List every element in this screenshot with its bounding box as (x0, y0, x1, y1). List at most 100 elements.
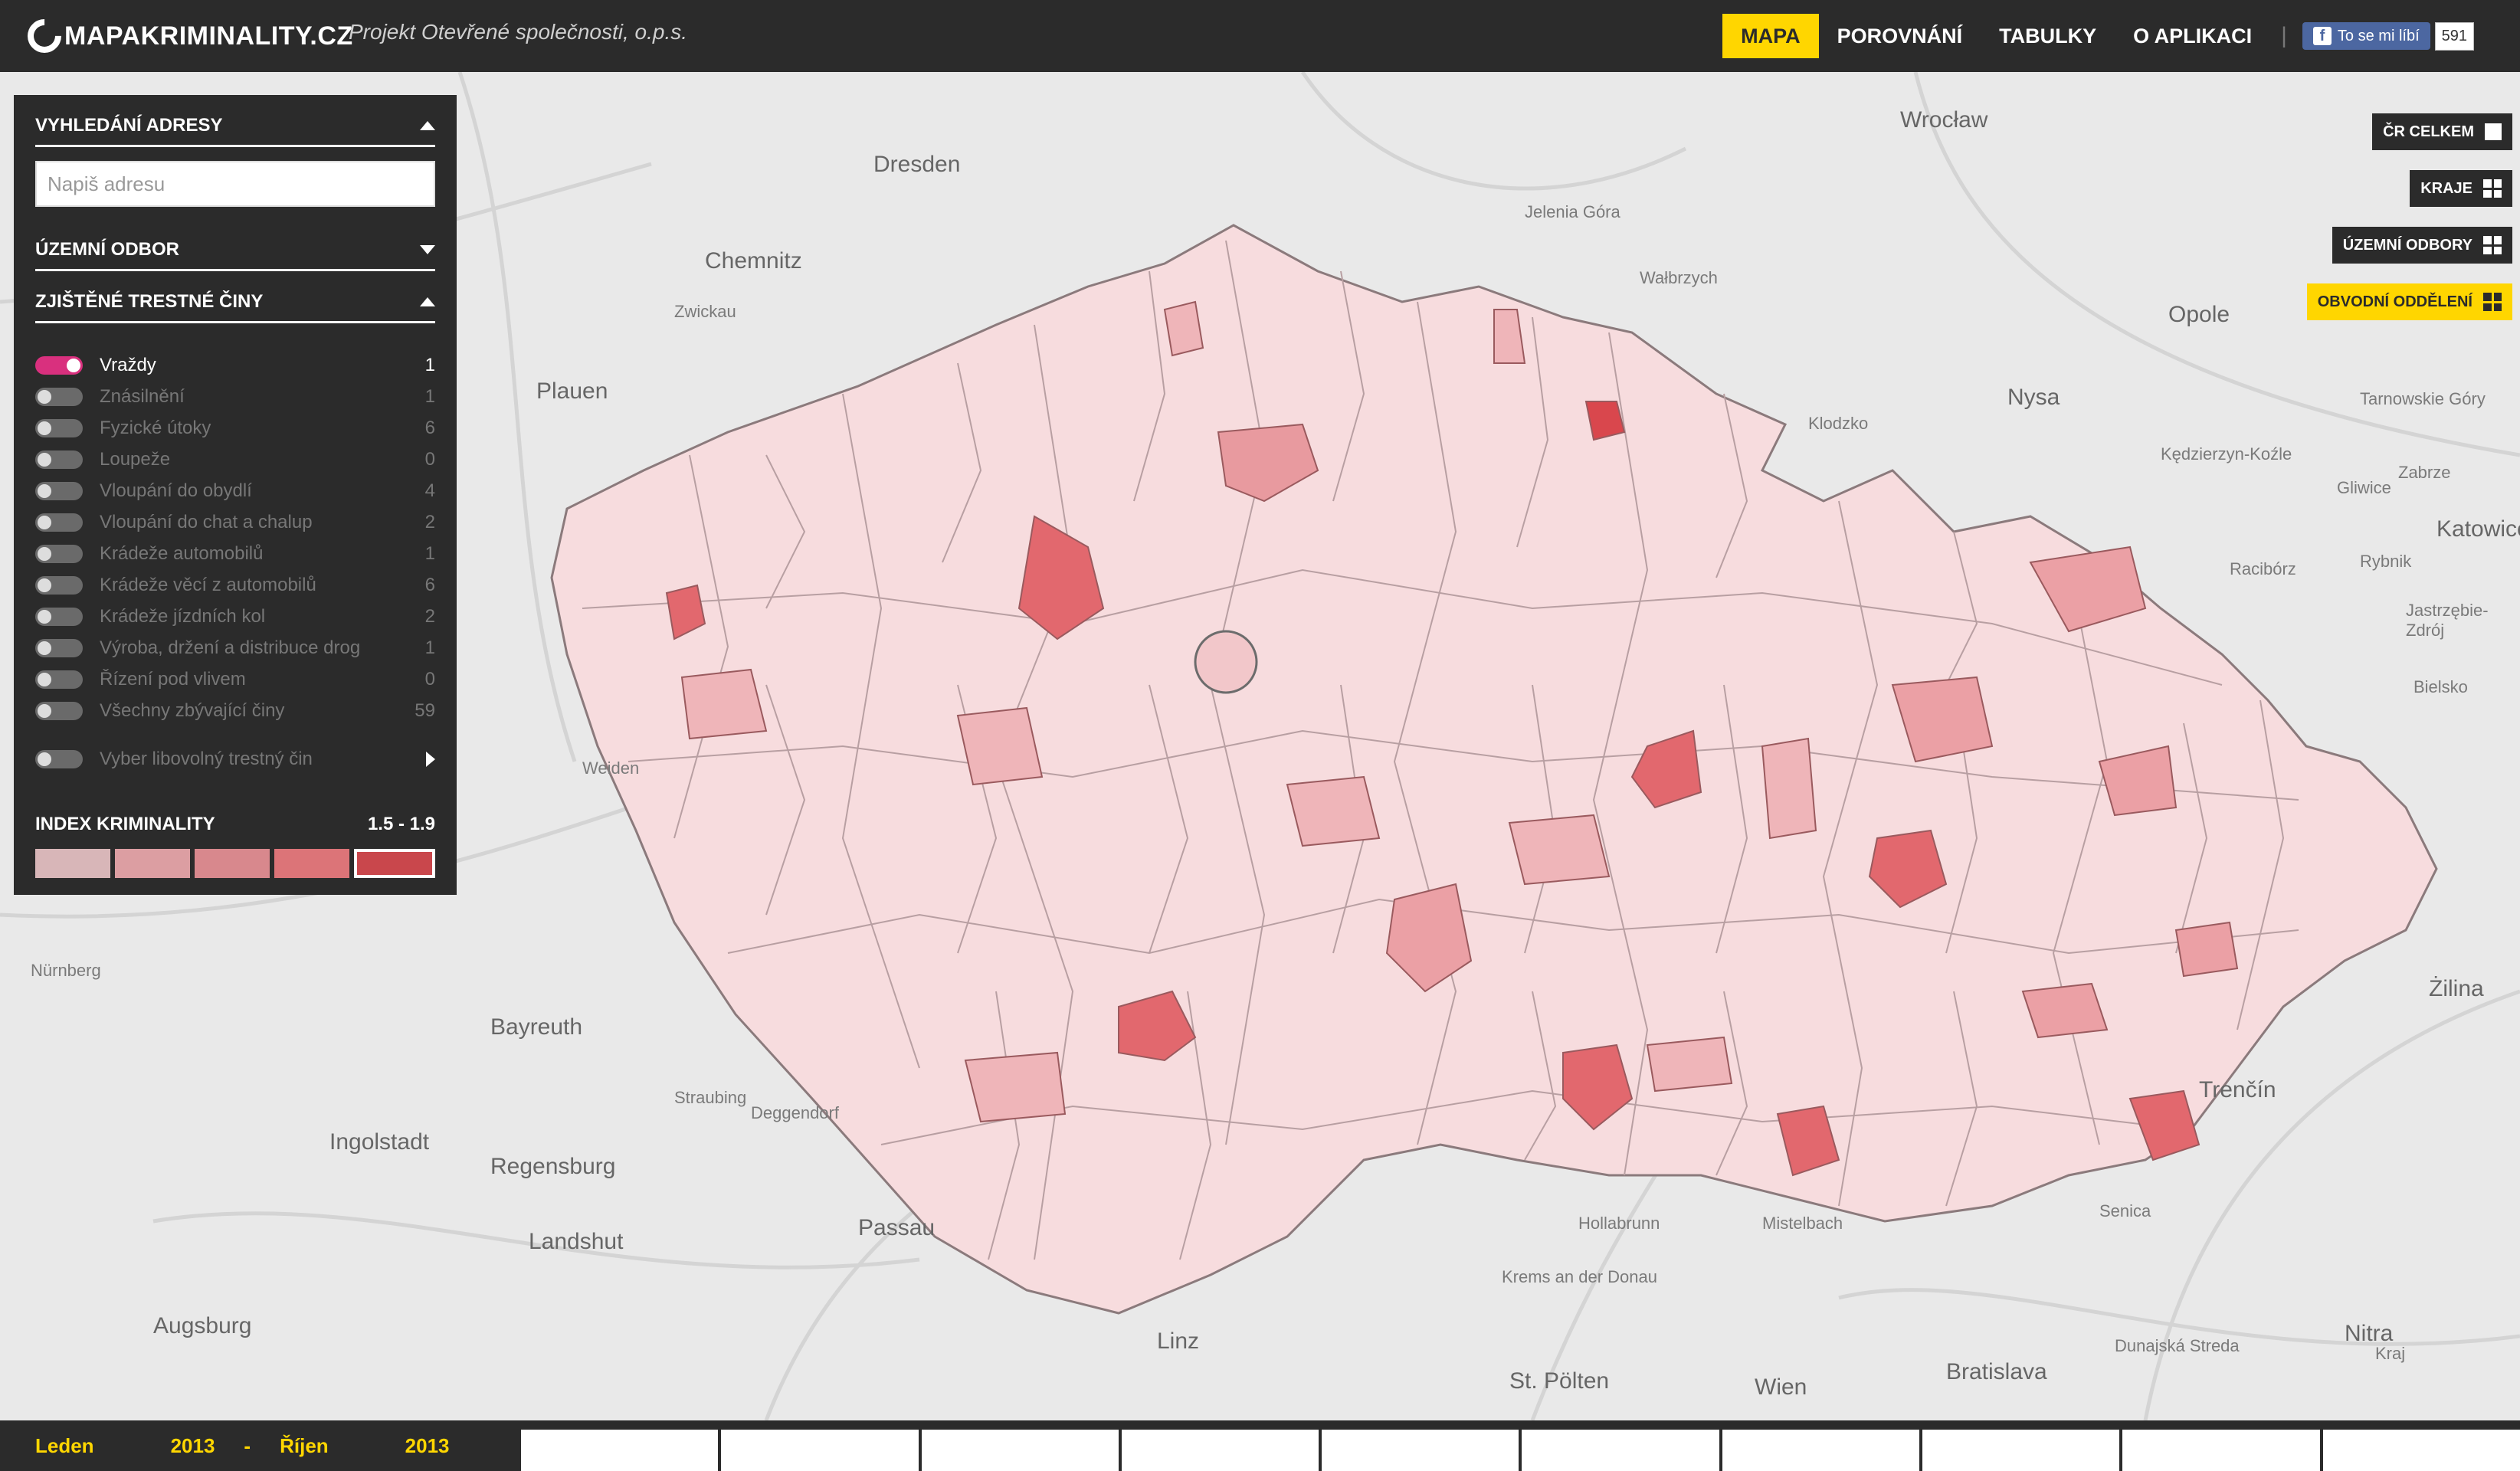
place-label: Wien (1755, 1374, 1807, 1400)
place-label: Jastrzębie-Zdrój (2406, 601, 2489, 640)
collapse-up-icon (420, 296, 435, 306)
crime-count: 6 (424, 575, 435, 595)
crime-toggle[interactable] (35, 670, 83, 689)
place-label: Landshut (529, 1229, 624, 1254)
nav-o-aplikaci[interactable]: O APLIKACI (2115, 14, 2270, 58)
crime-row-rizeni-pod-vlivem[interactable]: Řízení pod vlivem 0 (35, 667, 435, 693)
territory-section-header[interactable]: ÚZEMNÍ ODBOR (35, 230, 435, 271)
facebook-like-button[interactable]: f To se mi líbí (2302, 22, 2430, 50)
crime-row-loupeze[interactable]: Loupeže 0 (35, 447, 435, 473)
crime-row-vloupani-do-chat[interactable]: Vloupání do chat a chalup 2 (35, 509, 435, 536)
place-label: Mistelbach (1762, 1214, 1843, 1233)
crime-toggle[interactable] (35, 545, 83, 563)
crime-toggle[interactable] (35, 639, 83, 657)
month-timeline (521, 1430, 2520, 1471)
crime-toggle[interactable] (35, 513, 83, 532)
place-label: Deggendorf (751, 1103, 839, 1122)
timeline-month-bar[interactable] (1522, 1430, 1719, 1471)
crime-index-legend (35, 849, 435, 878)
crime-row-kradeze-veci[interactable]: Krádeže věcí z automobilů 6 (35, 572, 435, 598)
from-year[interactable]: 2013 (171, 1434, 215, 1458)
place-label: Hollabrunn (1578, 1214, 1660, 1233)
legend-swatch[interactable] (35, 849, 110, 878)
place-label: Bielsko (2413, 677, 2468, 696)
timeline-month-bar[interactable] (1722, 1430, 1920, 1471)
layer-button-label: ČR CELKEM (2383, 123, 2474, 140)
crime-row-znasilneni[interactable]: Znásilnění 1 (35, 384, 435, 410)
place-label: Linz (1157, 1328, 1200, 1354)
timeline-month-bar[interactable] (2122, 1430, 2320, 1471)
from-month[interactable]: Leden (35, 1434, 94, 1458)
crime-row-vloupani-do-obydli[interactable]: Vloupání do obydlí 4 (35, 478, 435, 504)
crime-row-drogy[interactable]: Výroba, držení a distribuce drog 1 (35, 635, 435, 661)
crime-toggle[interactable] (35, 750, 83, 768)
crime-toggle[interactable] (35, 450, 83, 469)
nav-porovnani[interactable]: POROVNÁNÍ (1819, 14, 1981, 58)
place-label: Żilina (2429, 976, 2484, 1001)
place-label: Opole (2168, 302, 2230, 327)
crime-count: 1 (424, 386, 435, 407)
crime-row-vrazdy[interactable]: Vraždy 1 (35, 352, 435, 378)
crime-label: Krádeže jízdních kol (100, 606, 266, 627)
logo-text: MAPAKRIMINALITY.CZ (64, 21, 353, 51)
crime-toggle[interactable] (35, 702, 83, 720)
layer-button-label: OBVODNÍ ODDĚLENÍ (2317, 293, 2472, 310)
bottom-bar: Leden 2013 - Říjen 2013 (0, 1420, 2520, 1471)
timeline-month-bar[interactable] (1121, 1430, 1319, 1471)
facebook-like-count: 591 (2434, 21, 2474, 51)
layer-button-label: KRAJE (2420, 179, 2472, 197)
crime-count: 2 (424, 512, 435, 532)
layer-button-uzemni-odbory[interactable]: ÚZEMNÍ ODBORY (2332, 227, 2512, 264)
crime-toggle[interactable] (35, 576, 83, 595)
crime-toggle[interactable] (35, 482, 83, 500)
timeline-month-bar[interactable] (2322, 1430, 2520, 1471)
facebook-icon: f (2312, 27, 2332, 45)
crime-toggle[interactable] (35, 419, 83, 437)
legend-swatch[interactable] (115, 849, 190, 878)
to-year[interactable]: 2013 (405, 1434, 450, 1458)
timeline-month-bar[interactable] (1922, 1430, 2120, 1471)
nav-mapa[interactable]: MAPA (1722, 14, 1819, 58)
crime-row-kradeze-automobilu[interactable]: Krádeže automobilů 1 (35, 541, 435, 567)
expand-down-icon (420, 244, 435, 254)
timeline-month-bar[interactable] (921, 1430, 1119, 1471)
crime-toggle[interactable] (35, 388, 83, 406)
layer-button-obvodni-oddeleni[interactable]: OBVODNÍ ODDĚLENÍ (2306, 283, 2512, 320)
crime-count: 1 (424, 637, 435, 658)
crimes-section-header[interactable]: ZJIŠTĚNÉ TRESTNÉ ČINY (35, 282, 435, 323)
place-label: Augsburg (153, 1313, 252, 1338)
nav-tabulky[interactable]: TABULKY (1981, 14, 2115, 58)
place-label: Dunajská Streda (2115, 1336, 2240, 1355)
place-label: Nysa (2007, 385, 2060, 410)
site-logo[interactable]: MAPAKRIMINALITY.CZ (20, 11, 353, 61)
place-label: Wrocław (1900, 107, 1988, 133)
timeline-month-bar[interactable] (521, 1430, 719, 1471)
crime-count: 4 (424, 480, 435, 501)
crime-label: Znásilnění (100, 386, 185, 407)
grid-icon (2483, 293, 2502, 311)
place-label: Rybnik (2360, 552, 2412, 571)
crime-row-zbyvajici-ciny[interactable]: Všechny zbývající činy 59 (35, 698, 435, 724)
legend-swatch[interactable] (354, 849, 435, 878)
legend-swatch[interactable] (195, 849, 270, 878)
address-section-header[interactable]: VYHLEDÁNÍ ADRESY (35, 106, 435, 147)
layer-button-cr-celkem[interactable]: ČR CELKEM (2372, 113, 2512, 150)
timeline-month-bar[interactable] (1322, 1430, 1519, 1471)
crime-row-fyzicke-utoky[interactable]: Fyzické útoky 6 (35, 415, 435, 441)
crime-count: 0 (424, 669, 435, 690)
crime-label: Všechny zbývající činy (100, 700, 285, 721)
crime-row-kradeze-kol[interactable]: Krádeže jízdních kol 2 (35, 604, 435, 630)
layer-button-kraje[interactable]: KRAJE (2410, 170, 2512, 207)
crime-label: Fyzické útoky (100, 418, 211, 438)
crime-toggle[interactable] (35, 356, 83, 375)
place-label: Dresden (873, 152, 961, 177)
crime-toggle[interactable] (35, 608, 83, 626)
custom-crime-selector[interactable]: Vyber libovolný trestný čin (35, 746, 435, 772)
legend-swatch[interactable] (274, 849, 349, 878)
date-dash: - (244, 1433, 251, 1457)
place-label: Zabrze (2398, 463, 2451, 482)
timeline-month-bar[interactable] (721, 1430, 919, 1471)
prague-district-cluster (1194, 630, 1258, 694)
to-month[interactable]: Říjen (280, 1434, 329, 1458)
address-search-input[interactable] (35, 161, 435, 207)
